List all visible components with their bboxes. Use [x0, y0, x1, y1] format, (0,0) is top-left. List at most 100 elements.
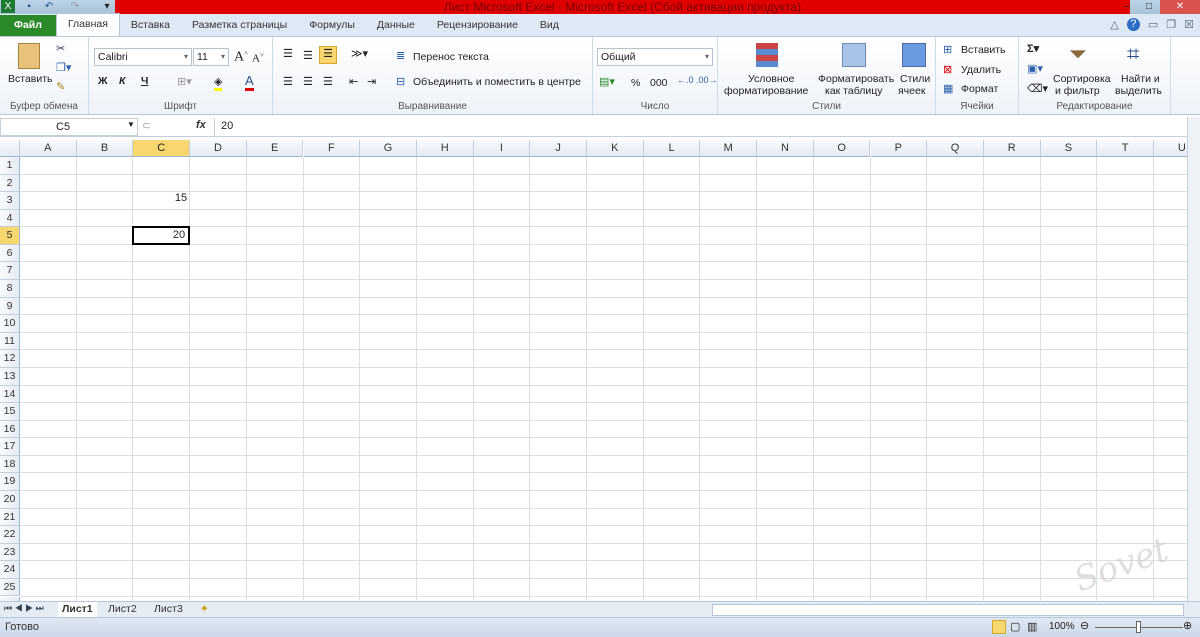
row-header-10[interactable]: 10	[0, 315, 20, 333]
number-format-select[interactable]: Общий	[597, 48, 713, 66]
horizontal-scrollbar[interactable]	[712, 604, 1184, 616]
underline-button[interactable]: Ч	[141, 75, 148, 87]
sort-filter-line1[interactable]: Сортировка	[1053, 73, 1111, 85]
column-header-K[interactable]: K	[587, 140, 644, 157]
paste-button[interactable]: Вставить	[8, 73, 53, 85]
name-box[interactable]: C5	[0, 118, 138, 136]
zoom-slider-thumb[interactable]	[1136, 621, 1141, 633]
row-header-12[interactable]: 12	[0, 350, 20, 368]
align-bottom-icon[interactable]: ☰	[319, 46, 337, 64]
row-header-9[interactable]: 9	[0, 297, 20, 316]
column-header-S[interactable]: S	[1040, 140, 1098, 157]
zoom-out-button[interactable]: ⊖	[1080, 619, 1089, 632]
tab-view[interactable]: Вид	[529, 15, 570, 36]
format-cells-button[interactable]: Формат	[961, 83, 998, 95]
column-header-Q[interactable]: Q	[927, 140, 984, 157]
column-header-E[interactable]: E	[246, 140, 304, 157]
tab-review[interactable]: Рецензирование	[426, 15, 529, 36]
maximize-button[interactable]: □	[1138, 0, 1160, 14]
column-header-P[interactable]: P	[870, 140, 928, 157]
cell-C3[interactable]: 15	[132, 191, 190, 210]
row-header-22[interactable]: 22	[0, 526, 20, 544]
tab-formulas[interactable]: Формулы	[298, 15, 366, 36]
sheet-tab-1[interactable]: Лист1	[58, 602, 97, 617]
currency-icon[interactable]: ▤▾	[599, 75, 615, 88]
row-header-24[interactable]: 24	[0, 561, 20, 579]
align-center-icon[interactable]: ☰	[303, 75, 313, 88]
row-header-6[interactable]: 6	[0, 244, 20, 263]
row-header-4[interactable]: 4	[0, 209, 20, 228]
italic-button[interactable]: К	[119, 75, 125, 87]
row-header-25[interactable]: 25	[0, 578, 20, 597]
column-header-J[interactable]: J	[530, 140, 587, 157]
cell-C5[interactable]: 20	[132, 226, 191, 245]
formula-cancel-icon[interactable]: ⊂	[142, 119, 151, 132]
help-icon[interactable]: ?	[1126, 18, 1140, 31]
column-header-R[interactable]: R	[983, 140, 1041, 157]
font-name-select[interactable]: Calibri	[94, 48, 192, 66]
paste-icon[interactable]	[18, 43, 40, 69]
column-header-M[interactable]: M	[700, 140, 758, 157]
find-select-line1[interactable]: Найти и	[1121, 73, 1160, 85]
row-header-11[interactable]: 11	[0, 332, 20, 351]
insert-cells-button[interactable]: Вставить	[961, 44, 1006, 56]
merge-center-button[interactable]: Объединить и поместить в центре	[413, 76, 581, 88]
row-header-5[interactable]: 5	[0, 227, 20, 245]
window-restore-icon[interactable]: ❐	[1166, 18, 1176, 31]
column-header-B[interactable]: B	[76, 140, 134, 157]
align-right-icon[interactable]: ☰	[323, 75, 333, 88]
copy-icon[interactable]: ❐▾	[56, 61, 71, 74]
row-header-23[interactable]: 23	[0, 543, 20, 562]
borders-icon[interactable]: ⊞▾	[177, 75, 192, 88]
cell-styles-button[interactable]: ячеек	[898, 85, 925, 97]
undo-icon[interactable]: ↶	[42, 0, 56, 13]
tab-data[interactable]: Данные	[366, 15, 426, 36]
column-header-G[interactable]: G	[360, 140, 417, 157]
bold-button[interactable]: Ж	[98, 75, 108, 87]
row-header-21[interactable]: 21	[0, 508, 20, 527]
row-header-8[interactable]: 8	[0, 280, 20, 298]
align-top-icon[interactable]: ☰	[283, 47, 293, 60]
vertical-scrollbar[interactable]	[1187, 117, 1200, 601]
zoom-level[interactable]: 100%	[1049, 621, 1075, 632]
name-box-dropdown-icon[interactable]: ▼	[127, 120, 135, 129]
wrap-text-button[interactable]: Перенос текста	[413, 51, 489, 63]
window-close-icon[interactable]: ☒	[1184, 18, 1194, 31]
increase-font-icon[interactable]: A˄	[234, 49, 248, 66]
window-minimize-icon[interactable]: ▭	[1148, 18, 1158, 31]
sheet-tab-2[interactable]: Лист2	[104, 602, 141, 617]
page-layout-view-icon[interactable]: ▢	[1010, 620, 1020, 633]
column-header-H[interactable]: H	[416, 140, 474, 157]
sheet-tab-3[interactable]: Лист3	[150, 602, 187, 617]
redo-icon[interactable]: ↷	[68, 0, 82, 13]
row-header-15[interactable]: 15	[0, 403, 20, 421]
align-middle-icon[interactable]: ☰	[303, 49, 313, 62]
column-header-C[interactable]: C	[133, 140, 191, 157]
row-header-2[interactable]: 2	[0, 174, 20, 193]
cell-styles-line1[interactable]: Стили	[900, 73, 930, 85]
worksheet-grid[interactable]: A B C D E F G H I J K L M N O P Q R S T U 1 2 3 4 5 6 7 8 9 10 11 12 13 14…	[0, 140, 1187, 601]
row-header-13[interactable]: 13	[0, 367, 20, 386]
decrease-indent-icon[interactable]: ⇤	[349, 75, 358, 88]
row-header-3[interactable]: 3	[0, 192, 20, 210]
row-header-1[interactable]: 1	[0, 157, 20, 175]
font-size-select[interactable]: 11	[193, 48, 229, 66]
customize-toolbar-icon[interactable]: ▾	[100, 0, 114, 13]
thousands-button[interactable]: 000	[650, 77, 668, 89]
column-header-I[interactable]: I	[473, 140, 531, 157]
tab-file[interactable]: Файл	[0, 15, 56, 36]
align-left-icon[interactable]: ☰	[283, 75, 293, 88]
row-header-16[interactable]: 16	[0, 420, 20, 439]
select-all-corner[interactable]	[0, 140, 20, 157]
insert-sheet-icon[interactable]: ✦	[196, 602, 213, 617]
save-icon[interactable]: ▪	[22, 0, 36, 13]
clear-icon[interactable]: ⌫▾	[1027, 82, 1048, 95]
column-header-T[interactable]: T	[1097, 140, 1154, 157]
zoom-in-button[interactable]: ⊕	[1183, 619, 1192, 632]
close-button[interactable]: ✕	[1160, 0, 1200, 14]
decrease-font-icon[interactable]: A˅	[252, 51, 264, 65]
orientation-icon[interactable]: ≫▾	[351, 47, 368, 60]
normal-view-icon[interactable]	[992, 620, 1006, 634]
increase-indent-icon[interactable]: ⇥	[367, 75, 376, 88]
fill-icon[interactable]: ▣▾	[1027, 62, 1043, 75]
